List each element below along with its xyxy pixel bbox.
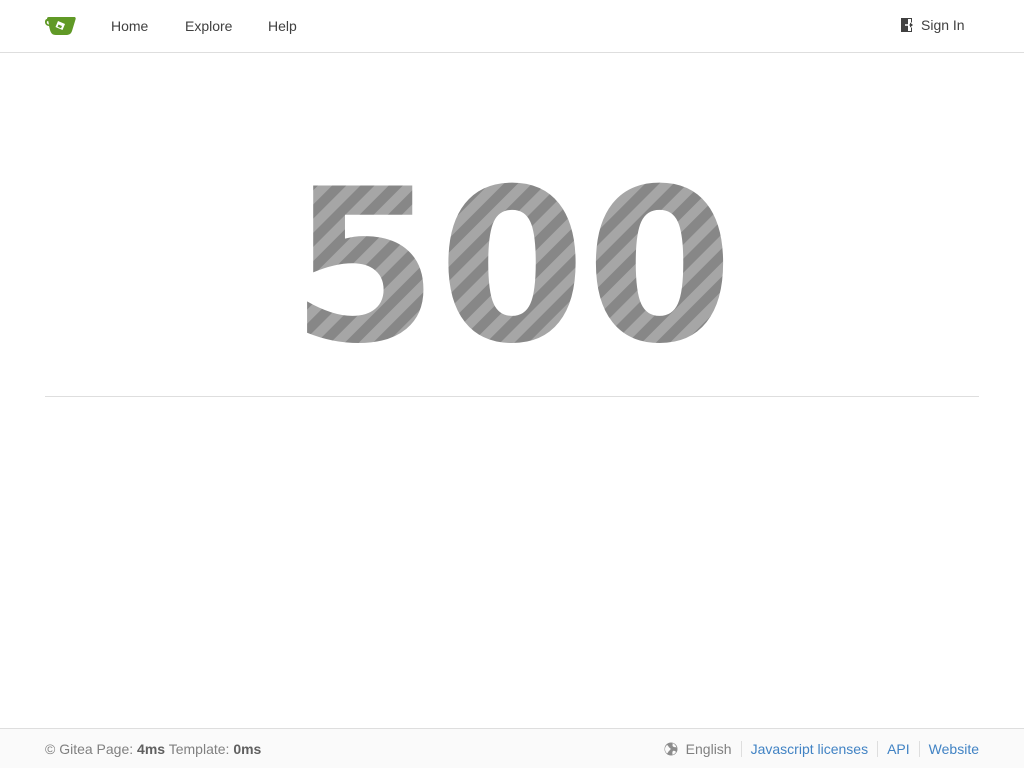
footer-timing: © Gitea Page: 4ms Template: 0ms [45, 741, 261, 757]
nav-explore-link[interactable]: Explore [185, 18, 232, 34]
footer-template-label: Template: [168, 741, 230, 757]
navbar: Home Explore Help Sign In [0, 0, 1024, 53]
sign-in-icon [901, 18, 913, 32]
footer: © Gitea Page: 4ms Template: 0ms English … [0, 728, 1024, 768]
footer-page-time: 4ms [137, 741, 166, 757]
globe-icon[interactable] [664, 742, 678, 756]
error-code-500: 500 [291, 150, 734, 380]
gitea-logo-icon[interactable] [45, 14, 77, 38]
nav-help-link[interactable]: Help [268, 18, 297, 34]
javascript-licenses-link[interactable]: Javascript licenses [742, 741, 878, 757]
error-code-text: 500 [291, 150, 734, 380]
website-link[interactable]: Website [920, 741, 979, 757]
footer-links: English Javascript licenses API Website [664, 741, 979, 757]
footer-template-time: 0ms [233, 741, 262, 757]
sign-in-button[interactable]: Sign In [900, 17, 965, 33]
api-link[interactable]: API [878, 741, 919, 757]
footer-copyright-prefix: © Gitea Page: [45, 741, 134, 757]
content-divider [45, 396, 979, 397]
nav-home-link[interactable]: Home [111, 18, 148, 34]
language-selector[interactable]: English [686, 741, 741, 757]
sign-in-label: Sign In [921, 17, 965, 33]
